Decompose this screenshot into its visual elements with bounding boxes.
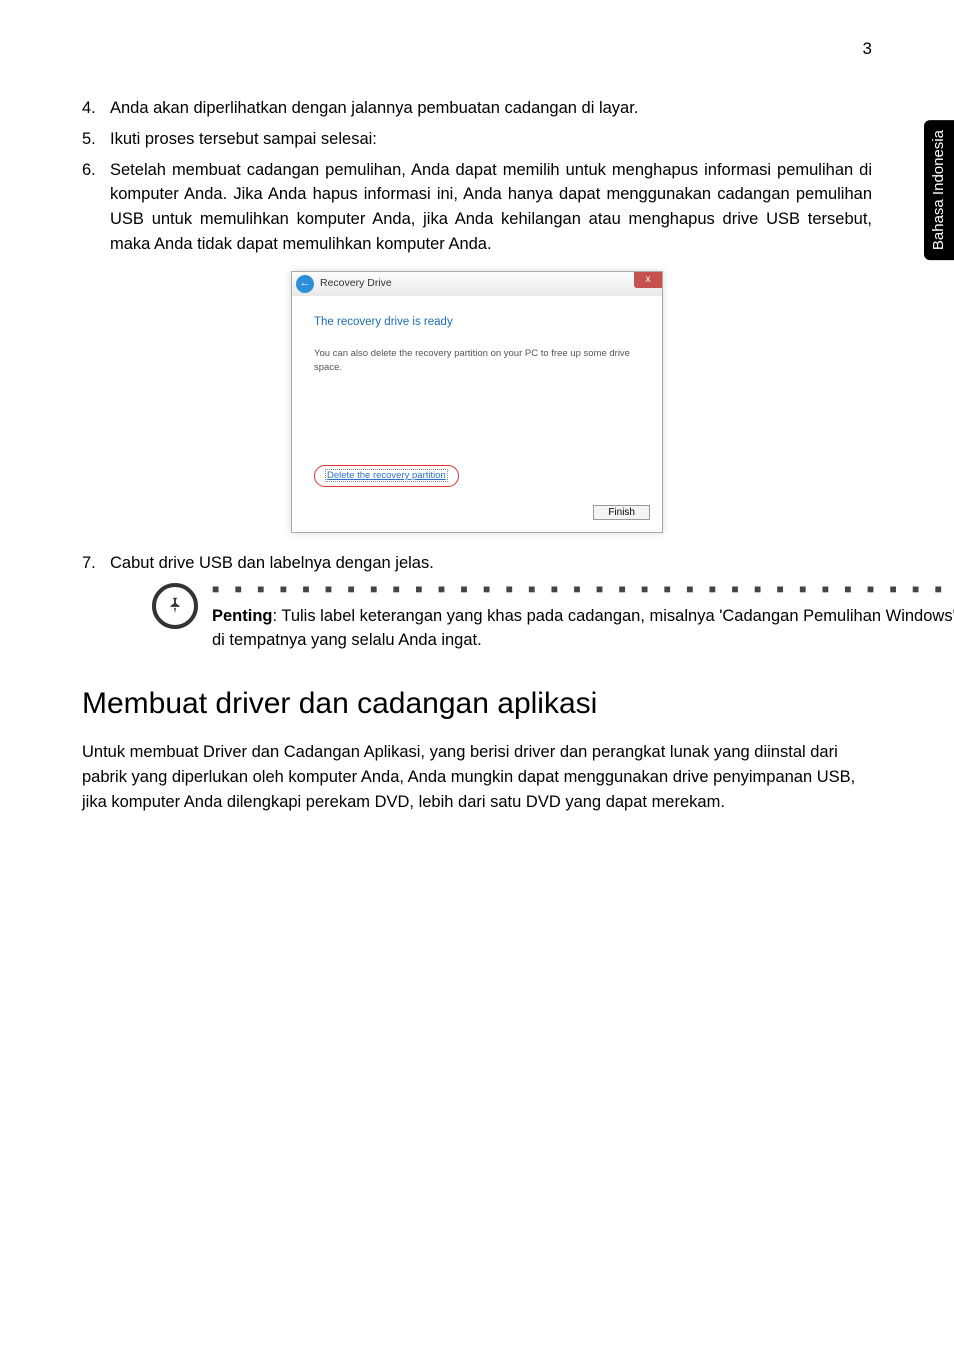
dialog-heading: The recovery drive is ready: [314, 314, 640, 331]
instruction-list: 4. Anda akan diperlihatkan dengan jalann…: [82, 96, 872, 257]
dialog-title: Recovery Drive: [320, 276, 392, 292]
list-number: 4.: [82, 96, 110, 121]
section-heading: Membuat driver dan cadangan aplikasi: [82, 681, 872, 726]
list-item: 4. Anda akan diperlihatkan dengan jalann…: [82, 96, 872, 121]
list-item: 7. Cabut drive USB dan labelnya dengan j…: [82, 551, 872, 576]
list-text: Cabut drive USB dan labelnya dengan jela…: [110, 551, 872, 576]
instruction-list-cont: 7. Cabut drive USB dan labelnya dengan j…: [82, 551, 872, 576]
note-content: : Tulis label keterangan yang khas pada …: [212, 607, 954, 649]
back-button[interactable]: ←: [296, 275, 314, 293]
list-item: 5. Ikuti proses tersebut sampai selesai:: [82, 127, 872, 152]
dialog-titlebar: ← Recovery Drive x: [292, 272, 662, 296]
list-number: 7.: [82, 551, 110, 576]
list-number: 6.: [82, 158, 110, 257]
delete-link-highlight: Delete the recovery partition: [314, 465, 459, 486]
recovery-drive-dialog: ← Recovery Drive x The recovery drive is…: [291, 271, 663, 533]
note-label: Penting: [212, 607, 273, 625]
list-text: Anda akan diperlihatkan dengan jalannya …: [110, 96, 872, 121]
delete-recovery-partition-link[interactable]: Delete the recovery partition: [325, 469, 448, 482]
finish-button[interactable]: Finish: [593, 505, 650, 520]
note-text: Penting: Tulis label keterangan yang kha…: [212, 605, 954, 653]
list-text: Setelah membuat cadangan pemulihan, Anda…: [110, 158, 872, 257]
page-number: 3: [863, 36, 872, 62]
list-text: Ikuti proses tersebut sampai selesai:: [110, 127, 872, 152]
close-button[interactable]: x: [634, 272, 662, 288]
section-paragraph: Untuk membuat Driver dan Cadangan Aplika…: [82, 740, 872, 814]
dialog-body-text: You can also delete the recovery partiti…: [314, 347, 640, 376]
important-note: ■ ■ ■ ■ ■ ■ ■ ■ ■ ■ ■ ■ ■ ■ ■ ■ ■ ■ ■ ■ …: [82, 583, 872, 653]
pin-icon: [152, 583, 198, 629]
language-tab: Bahasa Indonesia: [924, 120, 954, 260]
list-item: 6. Setelah membuat cadangan pemulihan, A…: [82, 158, 872, 257]
list-number: 5.: [82, 127, 110, 152]
arrow-left-icon: ←: [300, 275, 311, 292]
divider-dots: ■ ■ ■ ■ ■ ■ ■ ■ ■ ■ ■ ■ ■ ■ ■ ■ ■ ■ ■ ■ …: [212, 583, 954, 595]
